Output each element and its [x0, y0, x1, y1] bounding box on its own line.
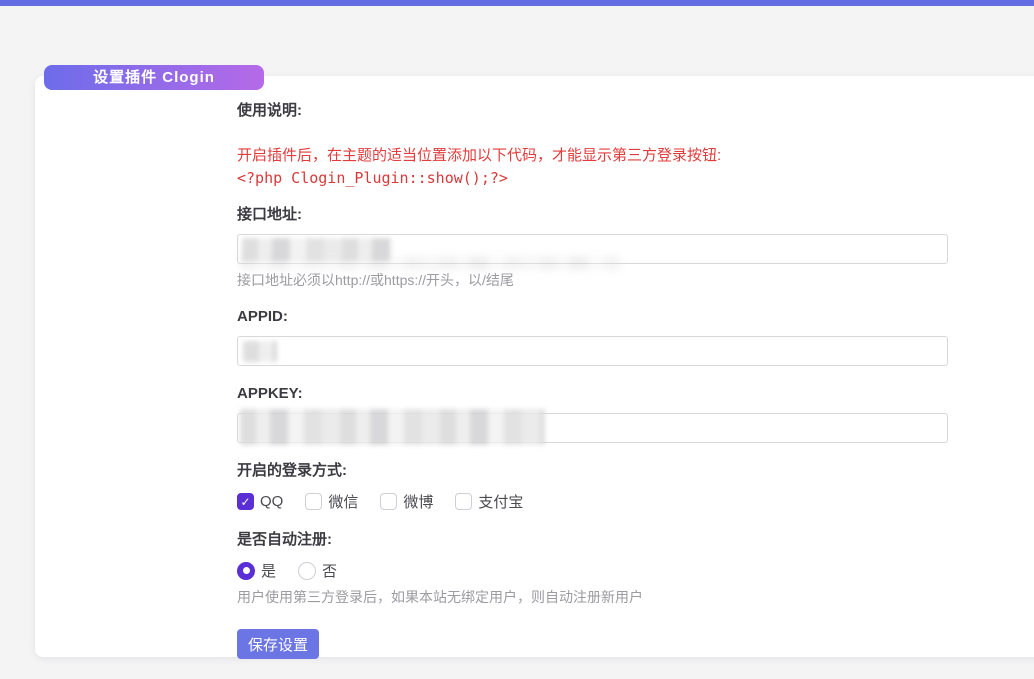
usage-label: 使用说明:: [237, 102, 1034, 120]
radio-label: 否: [322, 560, 337, 581]
login-methods-label: 开启的登录方式:: [237, 462, 1034, 480]
redacted-value: [243, 341, 277, 362]
appkey-input[interactable]: [237, 413, 948, 443]
appid-label: APPID:: [237, 308, 1034, 326]
radio-label: 是: [261, 560, 276, 581]
checkbox-label: 微博: [403, 491, 433, 512]
plugin-settings-title: 设置插件 Clogin: [44, 65, 264, 90]
settings-card: 使用说明: 开启插件后，在主题的适当位置添加以下代码，才能显示第三方登录按钮: …: [35, 76, 1034, 657]
radio-dot-icon: [243, 567, 250, 574]
checkbox-weibo[interactable]: ✓ 微博: [380, 491, 433, 512]
top-accent-bar: [0, 0, 1034, 6]
radio-control[interactable]: [237, 562, 255, 580]
radio-control[interactable]: [298, 562, 316, 580]
login-methods-group: ✓ QQ ✓ 微信 ✓ 微博 ✓ 支付宝: [237, 491, 1034, 512]
checkbox-box[interactable]: ✓: [305, 493, 322, 510]
checkbox-qq[interactable]: ✓ QQ: [237, 493, 283, 510]
auto-register-group: 是 否: [237, 560, 1034, 581]
redacted-smudge: [240, 256, 620, 270]
auto-register-label: 是否自动注册:: [237, 531, 1034, 549]
checkbox-label: 微信: [328, 491, 358, 512]
usage-warning: 开启插件后，在主题的适当位置添加以下代码，才能显示第三方登录按钮:: [237, 147, 1034, 165]
usage-code-snippet: <?php Clogin_Plugin::show();?>: [237, 169, 1034, 187]
checkbox-label: QQ: [260, 493, 283, 510]
checkbox-box[interactable]: ✓: [455, 493, 472, 510]
auto-register-help: 用户使用第三方登录后，如果本站无绑定用户，则自动注册新用户: [237, 589, 1034, 606]
api-url-label: 接口地址:: [237, 206, 1034, 224]
checkbox-wechat[interactable]: ✓ 微信: [305, 491, 358, 512]
redacted-value: [240, 409, 545, 445]
checkbox-box[interactable]: ✓: [380, 493, 397, 510]
checkmark-icon: ✓: [240, 496, 250, 508]
appkey-label: APPKEY:: [237, 385, 1034, 403]
checkbox-label: 支付宝: [478, 491, 523, 512]
api-url-input[interactable]: [237, 234, 948, 264]
save-settings-button[interactable]: 保存设置: [237, 629, 319, 659]
radio-yes[interactable]: 是: [237, 560, 276, 581]
api-url-help: 接口地址必须以http://或https://开头，以/结尾: [237, 272, 1034, 289]
checkbox-alipay[interactable]: ✓ 支付宝: [455, 491, 523, 512]
appid-input[interactable]: [237, 336, 948, 366]
checkbox-box[interactable]: ✓: [237, 493, 254, 510]
radio-no[interactable]: 否: [298, 560, 337, 581]
